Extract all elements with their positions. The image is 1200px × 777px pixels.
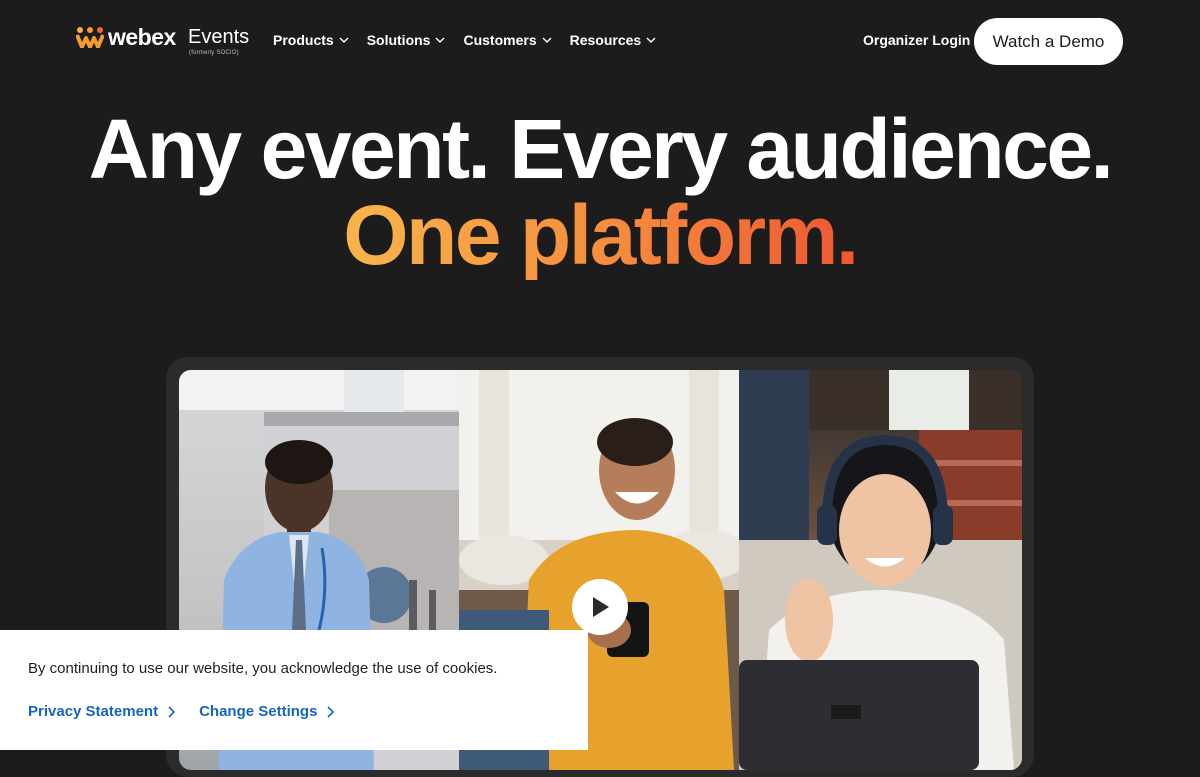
menu-item-label: Customers [463, 32, 537, 48]
menu-item-customers[interactable]: Customers [463, 32, 552, 48]
hero-headline-line2: One platform. [0, 190, 1200, 280]
menu-item-solutions[interactable]: Solutions [367, 32, 446, 48]
woman-headphones-illustration [739, 370, 1022, 770]
organizer-login-link[interactable]: Organizer Login [863, 32, 970, 48]
menu-item-products[interactable]: Products [273, 32, 349, 48]
logo-formerly-text: (formerly SOCIO) [189, 50, 239, 56]
link-label: Privacy Statement [28, 703, 159, 720]
menu-item-label: Resources [569, 32, 642, 48]
cookie-message: By continuing to use our website, you ac… [28, 660, 498, 677]
chevron-down-icon [435, 37, 445, 43]
menu-item-label: Solutions [366, 32, 431, 48]
webex-events-logo[interactable]: webex Events (formerly SOCIO) [76, 24, 250, 60]
logo-product-text: Events [188, 26, 250, 48]
change-settings-link[interactable]: Change Settings [199, 703, 335, 720]
webex-logo-icon [76, 27, 104, 48]
cookie-links: Privacy Statement Change Settings [28, 703, 358, 720]
play-button[interactable] [572, 579, 628, 635]
chevron-down-icon [339, 37, 349, 43]
chevron-down-icon [646, 37, 656, 43]
play-icon [593, 597, 609, 617]
menu-item-label: Products [273, 32, 334, 48]
top-navigation: webex Events (formerly SOCIO) Products S… [0, 0, 1200, 82]
hero-headline-line1: Any event. Every audience. [88, 102, 1114, 196]
cookie-banner: By continuing to use our website, you ac… [0, 630, 588, 750]
chevron-down-icon [542, 37, 552, 43]
menu-item-resources[interactable]: Resources [570, 32, 657, 48]
link-label: Change Settings [199, 703, 318, 720]
chevron-right-icon [327, 705, 335, 718]
chevron-right-icon [168, 705, 176, 718]
main-menu: Products Solutions Customers Resources [273, 32, 674, 48]
privacy-statement-link[interactable]: Privacy Statement [28, 703, 176, 720]
waving-woman-headphones-panel [739, 370, 1022, 770]
watch-demo-button[interactable]: Watch a Demo [974, 18, 1123, 65]
logo-brand-text: webex [108, 24, 176, 50]
